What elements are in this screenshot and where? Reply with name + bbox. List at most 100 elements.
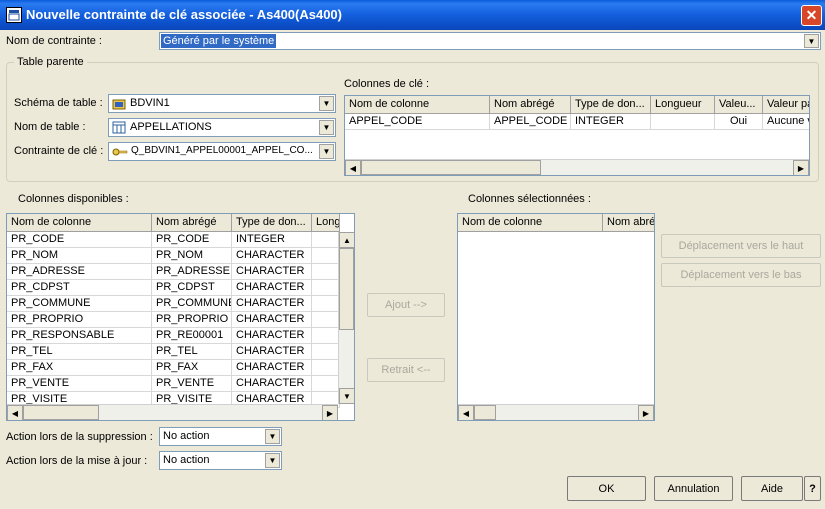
scroll-right-icon[interactable]: ▶ [638, 405, 654, 420]
scroll-thumb[interactable] [339, 248, 354, 330]
column-header[interactable]: Nom de colonne [7, 214, 152, 232]
scroll-right-icon[interactable]: ▶ [793, 160, 809, 175]
table-name-value: APPELLATIONS [130, 121, 212, 133]
table-cell: PR_NOM [152, 248, 232, 264]
key-constraint-combo[interactable]: Q_BDVIN1_APPEL00001_APPEL_CO... ▼ [108, 142, 336, 161]
table-row[interactable]: PR_CDPST PR_CDPST CHARACTER [7, 280, 340, 296]
update-action-combo[interactable]: No action ▼ [159, 451, 282, 470]
column-header[interactable]: Type de don... [232, 214, 312, 232]
horizontal-scrollbar[interactable]: ◀ ▶ [7, 404, 338, 420]
table-cell [312, 328, 340, 344]
table-cell: PR_FAX [152, 360, 232, 376]
table-cell: INTEGER [232, 232, 312, 248]
chevron-down-icon[interactable]: ▼ [319, 96, 334, 111]
column-header[interactable]: Nom de colonne [345, 96, 490, 114]
scroll-left-icon[interactable]: ◀ [345, 160, 361, 175]
scroll-right-icon[interactable]: ▶ [322, 405, 338, 420]
table-row[interactable]: PR_COMMUNE PR_COMMUNE CHARACTER [7, 296, 340, 312]
schema-combo[interactable]: BDVIN1 ▼ [108, 94, 336, 113]
table-cell: CHARACTER [232, 248, 312, 264]
scroll-thumb[interactable] [474, 405, 496, 420]
table-cell [312, 312, 340, 328]
table-row[interactable]: PR_RESPONSABLE PR_RE00001 CHARACTER [7, 328, 340, 344]
table-cell [312, 376, 340, 392]
table-cell: PR_TEL [7, 344, 152, 360]
delete-action-combo[interactable]: No action ▼ [159, 427, 282, 446]
column-header[interactable]: Valeur pa [763, 96, 809, 114]
key-columns-table[interactable]: Nom de colonne Nom abrégé Type de don...… [344, 95, 810, 176]
column-header[interactable]: Longueur [651, 96, 715, 114]
key-constraint-value: Q_BDVIN1_APPEL00001_APPEL_CO... [131, 145, 313, 156]
window-title: Nouvelle contrainte de clé associée - As… [26, 7, 342, 22]
table-cell: INTEGER [571, 114, 651, 130]
table-name-combo[interactable]: APPELLATIONS ▼ [108, 118, 336, 137]
table-cell: PR_TEL [152, 344, 232, 360]
table-cell: PR_VENTE [7, 376, 152, 392]
available-columns-label: Colonnes disponibles : [18, 193, 129, 205]
table-row[interactable]: PR_ADRESSE PR_ADRESSE CHARACTER [7, 264, 340, 280]
table-cell: Aucune v [763, 114, 809, 130]
table-row[interactable]: PR_CODE PR_CODE INTEGER [7, 232, 340, 248]
column-header[interactable]: Nom abré [603, 214, 654, 232]
table-row[interactable]: PR_NOM PR_NOM CHARACTER [7, 248, 340, 264]
horizontal-scrollbar[interactable]: ◀ ▶ [458, 404, 654, 420]
horizontal-scrollbar[interactable]: ◀ ▶ [345, 159, 809, 175]
table-row[interactable]: PR_TEL PR_TEL CHARACTER [7, 344, 340, 360]
table-cell [312, 360, 340, 376]
scroll-thumb[interactable] [361, 160, 541, 175]
dialog-window: Nouvelle contrainte de clé associée - As… [0, 0, 825, 509]
table-cell: PR_CDPST [152, 280, 232, 296]
selected-columns-table[interactable]: Nom de colonne Nom abré ◀ ▶ [457, 213, 655, 421]
table-cell: PR_COMMUNE [7, 296, 152, 312]
table-cell: PR_NOM [7, 248, 152, 264]
context-help-button[interactable]: ? [804, 476, 821, 501]
key-constraint-label: Contrainte de clé : [14, 145, 104, 157]
column-header[interactable]: Long [312, 214, 340, 232]
schema-label: Schéma de table : [14, 97, 103, 109]
table-cell: PR_ADRESSE [7, 264, 152, 280]
constraint-name-combo[interactable]: Généré par le système ▼ [159, 32, 821, 50]
column-header[interactable]: Type de don... [571, 96, 651, 114]
table-cell: CHARACTER [232, 328, 312, 344]
chevron-down-icon[interactable]: ▼ [319, 120, 334, 135]
table-row[interactable]: PR_VENTE PR_VENTE CHARACTER [7, 376, 340, 392]
delete-action-value: No action [163, 430, 210, 442]
column-header[interactable]: Nom abrégé [490, 96, 571, 114]
chevron-down-icon[interactable]: ▼ [319, 144, 334, 159]
key-columns-label: Colonnes de clé : [344, 78, 429, 90]
vertical-scrollbar[interactable]: ▲ ▼ [338, 232, 354, 404]
available-columns-table[interactable]: Nom de colonne Nom abrégé Type de don...… [6, 213, 355, 421]
table-row[interactable]: PR_PROPRIO PR_PROPRIO CHARACTER [7, 312, 340, 328]
scroll-left-icon[interactable]: ◀ [458, 405, 474, 420]
remove-button[interactable]: Retrait <-- [367, 358, 445, 382]
table-row[interactable]: PR_FAX PR_FAX CHARACTER [7, 360, 340, 376]
add-button[interactable]: Ajout --> [367, 293, 445, 317]
move-down-button[interactable]: Déplacement vers le bas [661, 263, 821, 287]
table-cell: PR_ADRESSE [152, 264, 232, 280]
cancel-button[interactable]: Annulation [654, 476, 733, 501]
ok-button[interactable]: OK [567, 476, 646, 501]
column-header[interactable]: Valeu... [715, 96, 763, 114]
scroll-left-icon[interactable]: ◀ [7, 405, 23, 420]
table-cell: CHARACTER [232, 264, 312, 280]
table-cell [312, 248, 340, 264]
table-icon [112, 121, 126, 136]
scroll-down-icon[interactable]: ▼ [339, 388, 354, 404]
chevron-down-icon[interactable]: ▼ [265, 453, 280, 468]
chevron-down-icon[interactable]: ▼ [265, 429, 280, 444]
scroll-up-icon[interactable]: ▲ [339, 232, 354, 248]
chevron-down-icon[interactable]: ▼ [804, 34, 819, 48]
column-header[interactable]: Nom de colonne [458, 214, 603, 232]
scroll-thumb[interactable] [23, 405, 99, 420]
table-cell: PR_COMMUNE [152, 296, 232, 312]
table-cell [312, 232, 340, 248]
table-cell: APPEL_CODE [490, 114, 571, 130]
table-cell: CHARACTER [232, 344, 312, 360]
move-up-button[interactable]: Déplacement vers le haut [661, 234, 821, 258]
close-button[interactable]: ✕ [801, 5, 822, 26]
help-button[interactable]: Aide [741, 476, 803, 501]
table-row[interactable]: APPEL_CODE APPEL_CODE INTEGER Oui Aucune… [345, 114, 809, 130]
column-header[interactable]: Nom abrégé [152, 214, 232, 232]
table-cell: PR_CDPST [7, 280, 152, 296]
selected-columns-label: Colonnes sélectionnées : [468, 193, 591, 205]
